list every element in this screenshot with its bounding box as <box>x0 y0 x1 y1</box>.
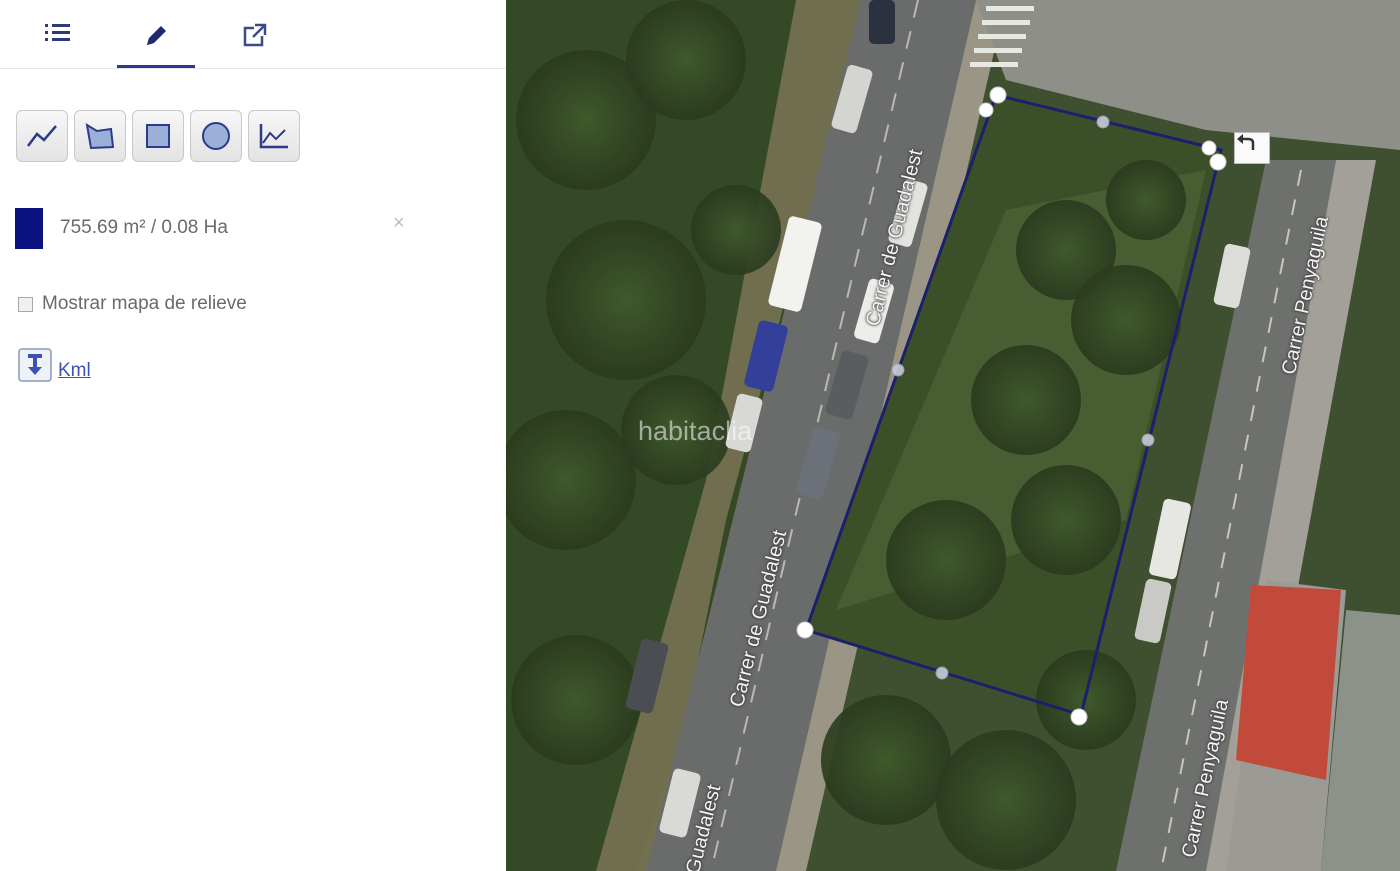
rectangle-icon <box>143 121 173 151</box>
polygon-vertex <box>989 86 1007 104</box>
polygon-vertex <box>1070 708 1088 726</box>
polygon-vertex <box>1201 140 1217 156</box>
shape-color-swatch[interactable] <box>15 208 43 249</box>
polygon-midpoint <box>1141 433 1155 447</box>
polygon-midpoint <box>935 666 949 680</box>
line-measure-icon <box>25 122 59 150</box>
tab-list[interactable] <box>19 14 97 68</box>
circle-tool-button[interactable] <box>190 110 242 162</box>
remove-shape-button[interactable]: × <box>393 212 405 235</box>
elevation-profile-tool-button[interactable] <box>248 110 300 162</box>
relief-label: Mostrar mapa de relieve <box>42 293 247 314</box>
tab-bar <box>0 0 506 69</box>
polygon-measure-icon <box>83 121 117 151</box>
polygon-midpoint <box>891 363 905 377</box>
pencil-icon <box>142 22 170 50</box>
polygon-vertex <box>978 102 994 118</box>
elevation-profile-icon <box>257 121 291 151</box>
area-measurement: 755.69 m² / 0.08 Ha <box>60 217 228 238</box>
relief-option: Mostrar mapa de relieve <box>18 293 247 315</box>
list-icon <box>44 22 72 44</box>
external-link-icon <box>240 22 268 50</box>
polygon-vertex <box>796 621 814 639</box>
side-panel: 755.69 m² / 0.08 Ha × Mostrar mapa de re… <box>0 0 506 871</box>
undo-button[interactable] <box>1234 132 1270 164</box>
tab-share[interactable] <box>215 14 293 68</box>
download-icon[interactable] <box>18 348 52 382</box>
satellite-map[interactable]: Carrer de Guadalest Carrer de Guadalest … <box>506 0 1400 871</box>
polygon-vertex <box>1209 153 1227 171</box>
watermark: habitaclia <box>638 416 753 446</box>
line-measure-tool-button[interactable] <box>16 110 68 162</box>
polygon-midpoint <box>1096 115 1110 129</box>
circle-icon <box>200 120 232 152</box>
polygon-measure-tool-button[interactable] <box>74 110 126 162</box>
kml-export: Kml <box>18 348 91 382</box>
tab-draw[interactable] <box>117 14 195 68</box>
kml-link[interactable]: Kml <box>58 360 91 382</box>
relief-checkbox[interactable] <box>18 296 33 312</box>
rectangle-tool-button[interactable] <box>132 110 184 162</box>
